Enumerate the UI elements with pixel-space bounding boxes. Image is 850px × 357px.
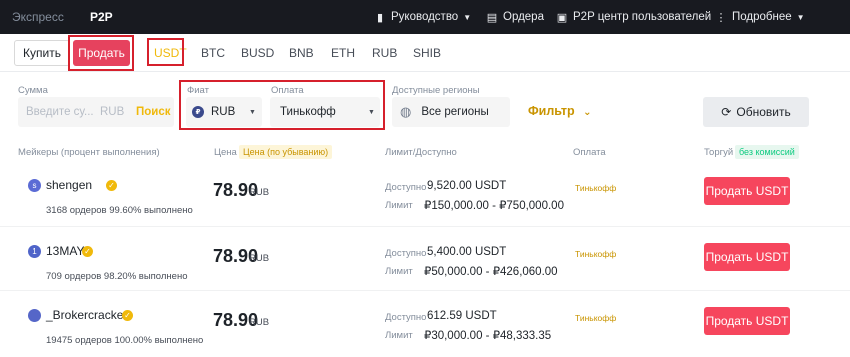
top-nav: Экспресс P2P ▮ Руководство ▼ ▤ Ордера ▣ …: [0, 0, 850, 34]
book-icon: ▮: [376, 11, 384, 24]
verified-icon: ✓: [106, 180, 117, 191]
limit-value: ₽30,000.00 - ₽48,333.35: [424, 330, 552, 342]
available-value: 9,520.00 USDT: [427, 180, 507, 192]
col-trade: Торгуй: [704, 147, 734, 158]
nav-user-center[interactable]: ▣ P2P центр пользователей: [556, 9, 711, 25]
available-label: Доступно: [385, 312, 427, 323]
col-payment: Оплата: [573, 147, 606, 158]
caret-down-icon: ▼: [796, 12, 805, 22]
payment-method: Тинькофф: [575, 183, 617, 193]
nav-more-label: Подробнее: [732, 11, 792, 23]
refresh-icon: ⟳: [721, 105, 732, 119]
merchant-name[interactable]: _Brokercracker: [46, 308, 127, 322]
fiat-label: Фиат: [187, 85, 209, 96]
orders-icon: ▤: [486, 11, 498, 24]
no-fee-badge: без комиссий: [735, 145, 799, 159]
nav-guide-label: Руководство: [391, 11, 459, 23]
limit-value: ₽150,000.00 - ₽750,000.00: [424, 200, 564, 212]
price-sort-badge[interactable]: Цена (по убыванию): [239, 145, 333, 159]
tab-eth[interactable]: ETH: [331, 46, 355, 60]
available-value: 612.59 USDT: [427, 310, 497, 322]
rub-currency-icon: ₽: [192, 106, 204, 118]
buy-toggle-button[interactable]: Купить: [14, 40, 70, 66]
merchant-name[interactable]: 13MAY: [46, 244, 84, 258]
verified-icon: ✓: [82, 246, 93, 257]
merchant-stats: 19475 ордеров 100.00% выполнено: [46, 335, 204, 346]
tab-btc[interactable]: BTC: [201, 46, 225, 60]
price-currency: RUB: [249, 317, 270, 328]
limit-label: Лимит: [385, 330, 413, 341]
col-limit: Лимит/Доступно: [385, 147, 457, 158]
limit-label: Лимит: [385, 200, 413, 211]
nav-p2p[interactable]: P2P: [90, 10, 113, 24]
regions-select[interactable]: ◍ Все регионы: [392, 97, 510, 127]
globe-icon: ◍: [400, 104, 412, 119]
payment-select[interactable]: Тинькофф: [270, 97, 380, 127]
nav-guide[interactable]: ▮ Руководство ▼: [374, 9, 471, 25]
nav-user-center-label: P2P центр пользователей: [573, 11, 712, 23]
refresh-button[interactable]: ⟳ Обновить: [703, 97, 809, 127]
filter-button[interactable]: Фильтр ⌄: [528, 104, 592, 118]
row-divider: [0, 226, 850, 227]
col-makers: Мейкеры (процент выполнения): [18, 147, 160, 158]
avatar: 1: [28, 245, 41, 258]
caret-down-icon: ▼: [368, 109, 375, 116]
tab-shib[interactable]: SHIB: [413, 46, 441, 60]
payment-method: Тинькофф: [575, 249, 617, 259]
avatar: s: [28, 179, 41, 192]
price-currency: RUB: [249, 253, 270, 264]
more-dots-icon: ⋮: [715, 11, 727, 24]
sell-usdt-button[interactable]: Продать USDT: [704, 307, 790, 335]
regions-label: Доступные регионы: [392, 85, 480, 96]
tab-usdt[interactable]: USDT: [154, 46, 187, 60]
chevron-down-icon: ⌄: [583, 107, 592, 118]
refresh-label: Обновить: [736, 105, 791, 119]
merchant-name[interactable]: shengen: [46, 178, 92, 192]
merchant-stats: 3168 ордеров 99.60% выполнено: [46, 205, 193, 216]
row-divider: [0, 290, 850, 291]
sell-usdt-button[interactable]: Продать USDT: [704, 243, 790, 271]
search-button[interactable]: Поиск: [136, 106, 171, 118]
sell-usdt-button[interactable]: Продать USDT: [704, 177, 790, 205]
amount-label: Сумма: [18, 85, 48, 96]
available-label: Доступно: [385, 248, 427, 259]
limit-value: ₽50,000.00 - ₽426,060.00: [424, 266, 558, 278]
nav-more[interactable]: ⋮ Подробнее ▼: [715, 9, 805, 25]
tab-rub[interactable]: RUB: [372, 46, 397, 60]
caret-down-icon: ▼: [249, 109, 256, 116]
user-center-icon: ▣: [556, 11, 568, 24]
merchant-stats: 709 ордеров 98.20% выполнено: [46, 271, 188, 282]
fiat-value: RUB: [211, 106, 236, 118]
filter-label: Фильтр: [528, 104, 575, 118]
tab-bnb[interactable]: BNB: [289, 46, 314, 60]
verified-icon: ✓: [122, 310, 133, 321]
payment-label: Оплата: [271, 85, 304, 96]
col-price: Цена: [214, 147, 237, 158]
nav-express[interactable]: Экспресс: [12, 10, 64, 24]
available-label: Доступно: [385, 182, 427, 193]
price-currency: RUB: [249, 187, 270, 198]
available-value: 5,400.00 USDT: [427, 246, 507, 258]
avatar: [28, 309, 41, 322]
payment-value: Тинькофф: [280, 106, 336, 118]
amount-placeholder: Введите су...: [26, 106, 94, 118]
nav-orders[interactable]: ▤ Ордера: [486, 9, 544, 25]
limit-label: Лимит: [385, 266, 413, 277]
nav-orders-label: Ордера: [503, 11, 544, 23]
amount-currency: RUB: [100, 106, 125, 118]
caret-down-icon: ▼: [463, 12, 472, 22]
payment-method: Тинькофф: [575, 313, 617, 323]
tab-busd[interactable]: BUSD: [241, 46, 274, 60]
sell-toggle-button[interactable]: Продать: [73, 40, 130, 66]
regions-value: Все регионы: [421, 106, 489, 118]
